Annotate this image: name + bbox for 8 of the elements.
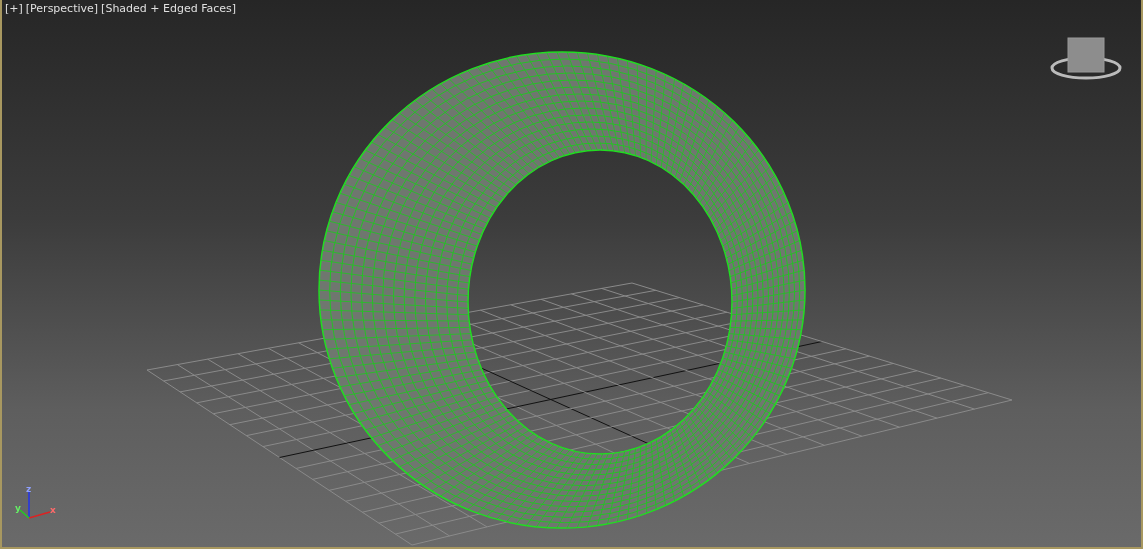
viewport-menu-label[interactable]: [Perspective] xyxy=(25,2,99,16)
view-cube-drawing[interactable] xyxy=(1050,37,1122,80)
axis-gizmo-drawing xyxy=(19,491,51,519)
axis-label: x xyxy=(50,505,56,515)
axis-label: z xyxy=(26,484,32,494)
axis-label: y xyxy=(15,503,21,513)
viewport-menu-label[interactable]: [Shaded + Edged Faces] xyxy=(101,2,237,16)
viewport-menu-label[interactable]: [+] xyxy=(5,2,23,16)
